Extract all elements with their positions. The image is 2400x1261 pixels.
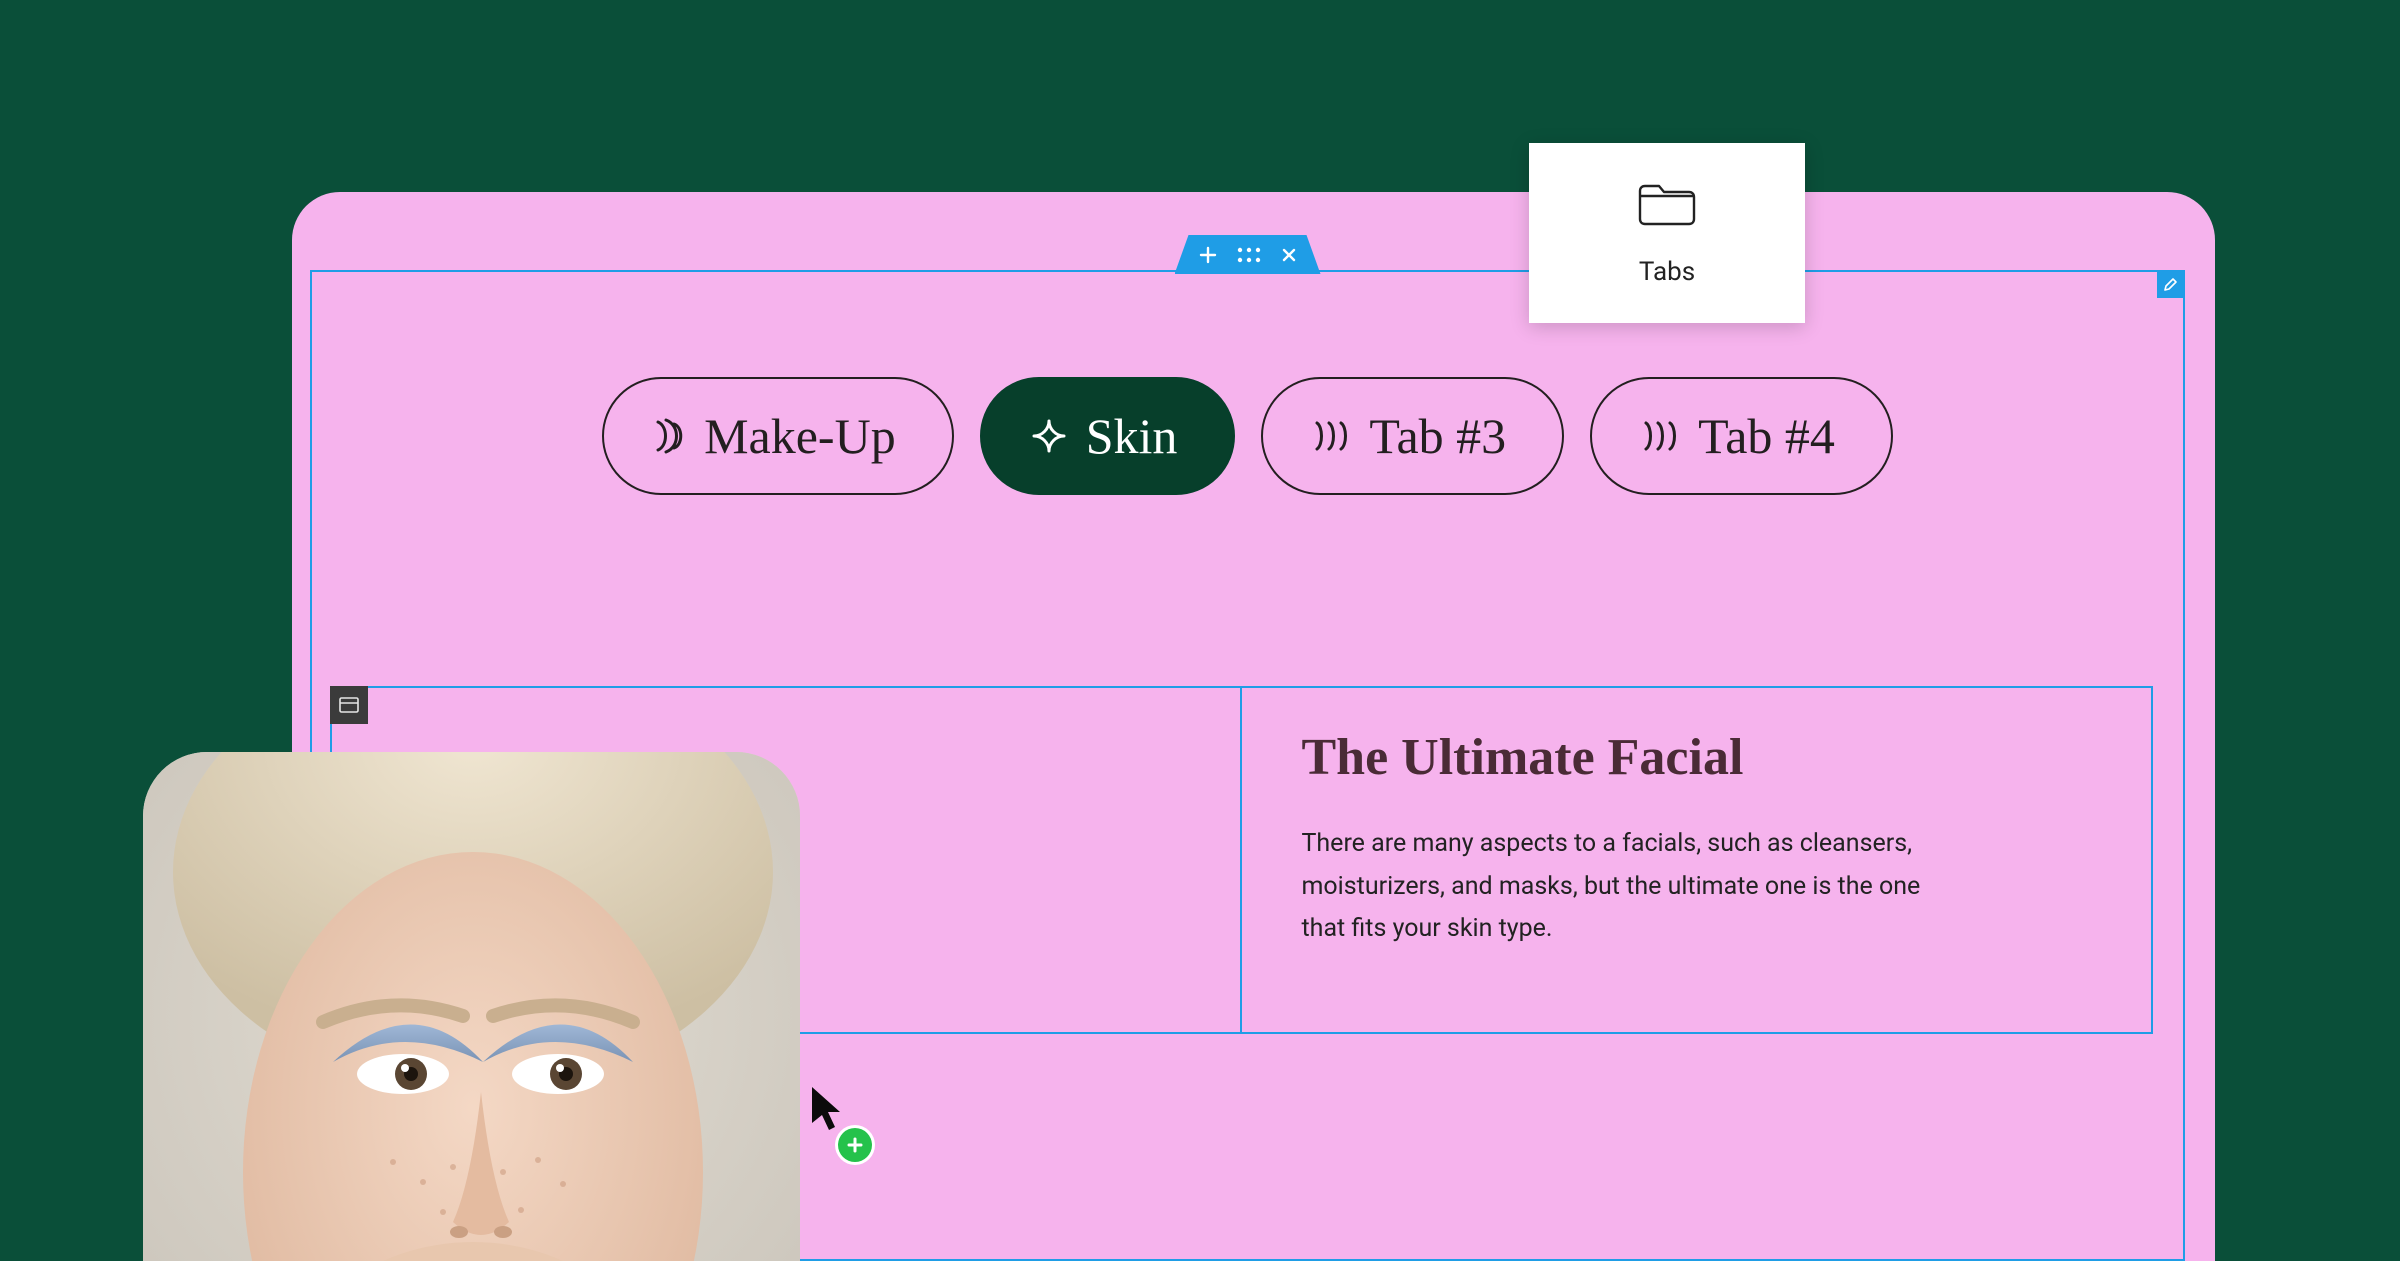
edit-section-button[interactable] xyxy=(2157,270,2185,298)
add-section-icon[interactable] xyxy=(1199,246,1217,264)
section-handle[interactable] xyxy=(1175,235,1321,274)
drag-grid-icon[interactable] xyxy=(1237,247,1261,263)
text-column[interactable]: The Ultimate Facial There are many aspec… xyxy=(1242,688,2152,1032)
waves-icon xyxy=(652,416,686,456)
dragged-image[interactable] xyxy=(143,752,800,1261)
folder-icon xyxy=(1636,179,1698,231)
tab-skin[interactable]: Skin xyxy=(980,377,1236,495)
tab-makeup[interactable]: Make-Up xyxy=(602,377,954,495)
content-body[interactable]: There are many aspects to a facials, suc… xyxy=(1302,823,1922,951)
tabs-widget-card[interactable]: Tabs xyxy=(1529,143,1805,323)
tab-3[interactable]: Tab #3 xyxy=(1261,377,1564,495)
sparkle-icon xyxy=(1030,417,1068,455)
tabs-row: Make-Up Skin Tab #3 Tab #4 xyxy=(312,377,2183,495)
portrait-image xyxy=(143,752,800,1261)
tab-label: Skin xyxy=(1086,407,1178,465)
tab-4[interactable]: Tab #4 xyxy=(1590,377,1893,495)
tab-label: Tab #3 xyxy=(1369,407,1506,465)
tab-label: Make-Up xyxy=(704,407,896,465)
widget-card-label: Tabs xyxy=(1639,257,1695,287)
ripples-icon xyxy=(1311,417,1351,455)
tab-label: Tab #4 xyxy=(1698,407,1835,465)
content-heading[interactable]: The Ultimate Facial xyxy=(1302,728,2092,787)
ripples-icon xyxy=(1640,417,1680,455)
close-section-icon[interactable] xyxy=(1281,247,1297,263)
add-drop-badge xyxy=(838,1128,872,1162)
cursor-icon xyxy=(810,1085,844,1137)
pencil-icon xyxy=(2163,276,2179,292)
